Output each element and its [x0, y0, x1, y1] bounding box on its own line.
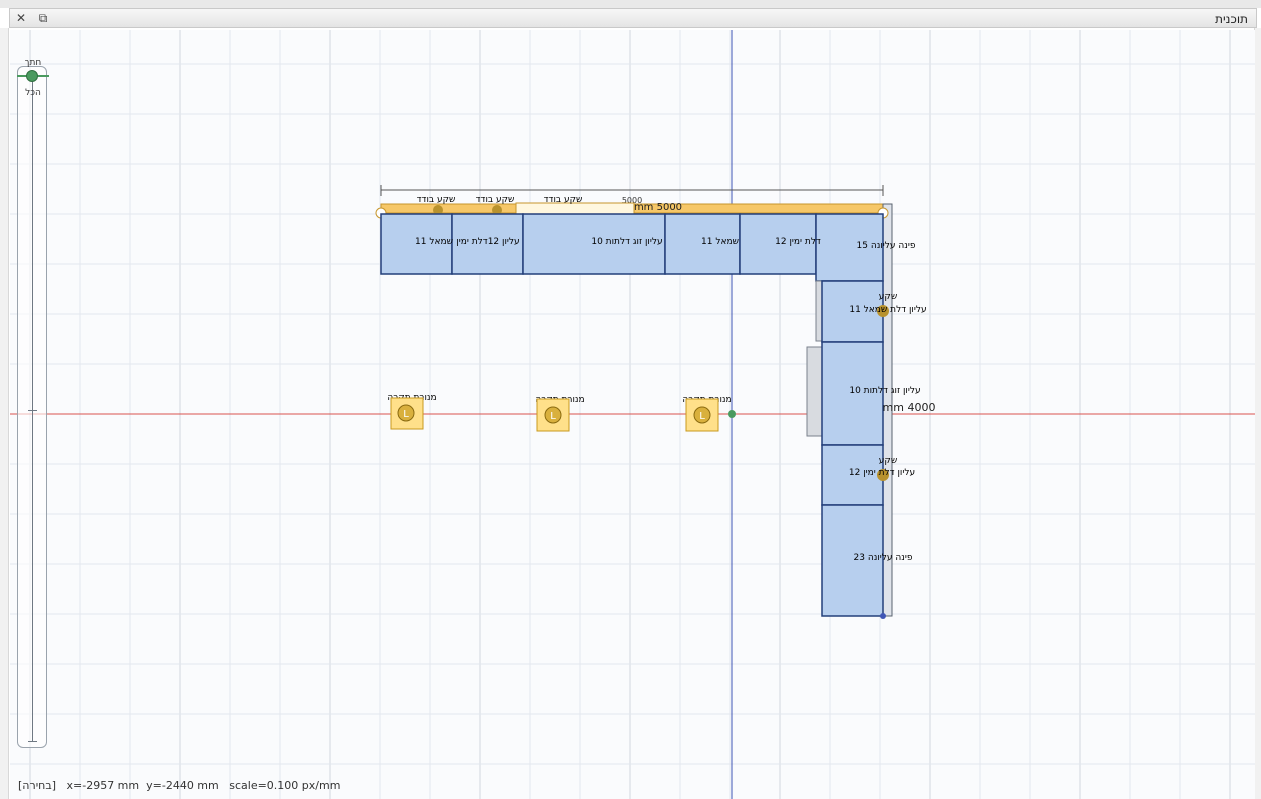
socket-label: שקע [879, 456, 897, 466]
wall-segment [815, 280, 823, 342]
zoom-track[interactable] [32, 75, 33, 741]
cabinet-label: עליון זוג דלתות 10 [849, 386, 920, 396]
light-glyph: L [699, 411, 705, 422]
status-bar: [בחירה] x=-2957 mm y=-2440 mm scale=0.10… [18, 779, 340, 792]
cabinet-label: עליון דלת שמאל 11 [849, 305, 926, 315]
depth-dimension-label: mm 4000 [883, 401, 936, 414]
cabinet-label: פינה עליונה 15 [857, 241, 916, 251]
end-point[interactable] [880, 613, 886, 619]
zoom-tick [28, 741, 37, 742]
zoom-slider[interactable] [17, 66, 47, 748]
light-glyph: L [403, 409, 409, 420]
zoom-knob[interactable] [26, 70, 38, 82]
panel-titlebar: ✕ ⧉ תוכנית [9, 8, 1257, 28]
top-cabinet-run[interactable]: שמאל 11 עליון 12דלת ימין עליון זוג דלתות… [380, 213, 916, 282]
status-scale: scale=0.100 px/mm [229, 779, 341, 792]
plan-svg[interactable]: 5000 mm 5000 שקע בודד שקע בודד שקע בודד … [10, 30, 1255, 799]
ceiling-light[interactable]: מנורת תקרה L [387, 393, 437, 430]
zoom-all-label: הכל [25, 88, 41, 98]
dim-large-label: mm 5000 [634, 202, 682, 213]
zoom-tick [28, 410, 37, 411]
zoom-top-label: חתך [24, 58, 42, 68]
sink-label-3: שקע בודד [544, 195, 583, 205]
cabinet-label: 12 דלת ימין [775, 237, 821, 247]
ceiling-light[interactable]: מנורת תקרה L [682, 395, 732, 432]
origin-point[interactable] [728, 410, 736, 418]
restore-icon[interactable]: ⧉ [36, 11, 50, 25]
ceiling-light[interactable]: מנורת תקרה L [535, 395, 585, 432]
status-y: y=-2440 mm [146, 779, 219, 792]
status-mode: [בחירה] [18, 779, 56, 792]
cabinet-label: עליון 12דלת ימין [456, 237, 519, 247]
cabinet-label: עליון דלת ימין 12 [849, 468, 915, 478]
top-strip [0, 0, 1261, 8]
plan-canvas[interactable]: 5000 mm 5000 שקע בודד שקע בודד שקע בודד … [10, 30, 1255, 799]
cabinet-label: שמאל 11 [415, 237, 453, 247]
left-edge [0, 28, 9, 799]
status-x: x=-2957 mm [66, 779, 140, 792]
close-icon[interactable]: ✕ [14, 11, 28, 25]
sink-label-1: שקע בודד [417, 195, 456, 205]
wall-segment [806, 346, 823, 437]
sink-label-2: שקע בודד [476, 195, 515, 205]
right-edge [1254, 28, 1261, 799]
panel-title: תוכנית [1215, 12, 1248, 26]
right-cabinet-run[interactable]: שקע שקע עליון דלת שמאל 11 עליון זוג דלתו… [821, 280, 927, 619]
cabinet-label: שמאל 11 [701, 237, 739, 247]
top-dimension: 5000 [380, 185, 884, 205]
light-glyph: L [550, 411, 556, 422]
cabinet-label: עליון זוג דלתות 10 [591, 237, 662, 247]
socket-label: שקע [879, 292, 897, 302]
cabinet-label: פינה עליונה 23 [854, 553, 913, 563]
